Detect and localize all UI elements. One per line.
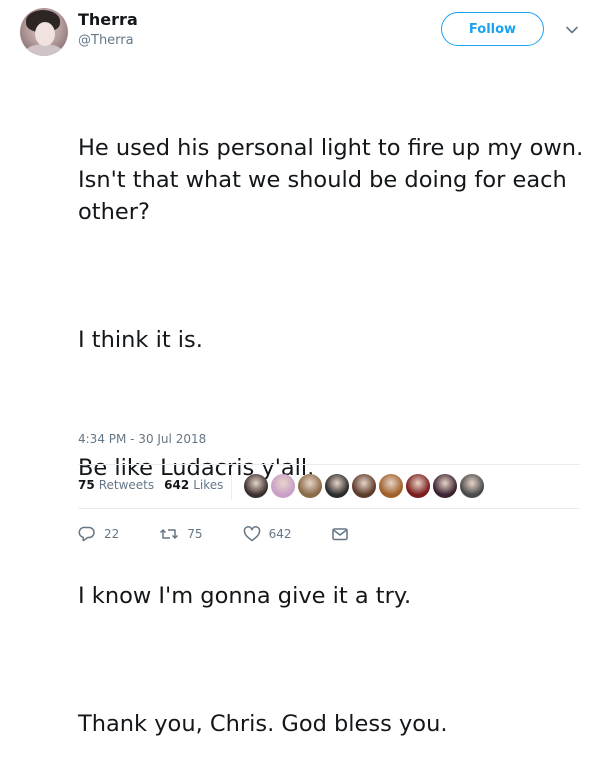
avatar-face (35, 22, 55, 46)
like-count: 642 (268, 527, 292, 541)
liker-avatar[interactable] (325, 474, 349, 498)
heart-icon (243, 526, 260, 542)
retweets-stat[interactable]: 75 Retweets (78, 478, 154, 492)
like-button[interactable]: 642 (243, 526, 292, 542)
author-name[interactable]: Therra (78, 10, 138, 29)
retweet-count: 75 (187, 527, 203, 541)
reply-icon (78, 526, 95, 542)
tweet-stats: 75 Retweets 642 Likes (78, 478, 223, 492)
envelope-icon (332, 528, 349, 541)
retweet-button[interactable]: 75 (159, 526, 203, 542)
reply-count: 22 (104, 527, 120, 541)
tweet-paragraph: I think it is. (78, 327, 203, 353)
liker-avatar[interactable] (352, 474, 376, 498)
message-button[interactable] (331, 526, 349, 542)
retweets-label: Retweets (98, 478, 155, 492)
likes-stat[interactable]: 642 Likes (164, 478, 223, 492)
liker-avatar[interactable] (298, 474, 322, 498)
tweet-timestamp[interactable]: 4:34 PM - 30 Jul 2018 (78, 432, 206, 446)
tweet-paragraph: He used his personal light to fire up my… (78, 135, 591, 225)
stats-separator (231, 470, 232, 500)
liker-avatar[interactable] (271, 474, 295, 498)
liker-avatar[interactable] (406, 474, 430, 498)
author-handle[interactable]: @Therra (78, 33, 134, 48)
avatar[interactable] (20, 8, 68, 56)
retweet-icon (160, 529, 179, 539)
tweet-actions: 22 75 642 (78, 526, 349, 542)
chevron-down-icon[interactable] (564, 22, 580, 38)
tweet-paragraph: I know I'm gonna give it a try. (78, 583, 412, 609)
likes-label: Likes (193, 478, 224, 492)
liker-avatar[interactable] (433, 474, 457, 498)
divider-bottom (78, 508, 580, 509)
divider-top (78, 464, 580, 465)
follow-button[interactable]: Follow (441, 12, 544, 46)
liker-avatar[interactable] (460, 474, 484, 498)
tweet-paragraph: Thank you, Chris. God bless you. (78, 711, 448, 737)
liker-avatar[interactable] (379, 474, 403, 498)
tweet-text: He used his personal light to fire up my… (78, 68, 588, 772)
retweets-count: 75 (78, 478, 95, 492)
reply-button[interactable]: 22 (78, 526, 119, 542)
likes-count: 642 (164, 478, 190, 492)
liker-avatars (244, 474, 484, 498)
liker-avatar[interactable] (244, 474, 268, 498)
